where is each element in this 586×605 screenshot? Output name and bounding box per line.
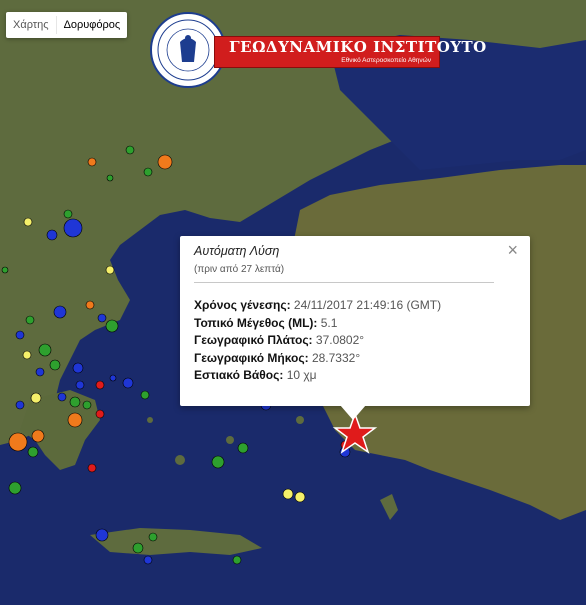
earthquake-marker[interactable] xyxy=(8,432,28,452)
earthquake-marker[interactable] xyxy=(22,350,32,360)
earthquake-marker[interactable] xyxy=(23,217,33,227)
earthquake-marker[interactable] xyxy=(95,380,105,390)
popup-divider xyxy=(194,282,494,283)
map-type-satellite-button[interactable]: Δορυφόρος xyxy=(57,12,128,38)
earthquake-marker[interactable] xyxy=(69,396,81,408)
earthquake-marker[interactable] xyxy=(46,229,58,241)
earthquake-marker[interactable] xyxy=(143,167,153,177)
earthquake-marker[interactable] xyxy=(31,429,45,443)
earthquake-marker[interactable] xyxy=(109,374,117,382)
institute-subtitle: Εθνικό Αστεροσκοπείο Αθηνών xyxy=(341,57,431,64)
institute-logo: ΓΕΩΔΥΝΑΜΙΚΟ ΙΝΣΤΙΤΟΥΤΟ Εθνικό Αστεροσκοπ… xyxy=(150,12,486,88)
earthquake-marker[interactable] xyxy=(148,532,158,542)
earthquake-marker[interactable] xyxy=(35,367,45,377)
earthquake-marker[interactable] xyxy=(25,315,35,325)
earthquake-marker[interactable] xyxy=(282,488,294,500)
earthquake-marker[interactable] xyxy=(87,157,97,167)
earthquake-marker[interactable] xyxy=(8,481,22,495)
close-icon[interactable]: × xyxy=(507,240,518,261)
popup-title: Αυτόματη Λύση xyxy=(194,244,280,258)
earthquake-marker[interactable] xyxy=(75,380,85,390)
earthquake-marker[interactable] xyxy=(27,446,39,458)
earthquake-marker[interactable] xyxy=(97,313,107,323)
earthquake-marker[interactable] xyxy=(15,330,25,340)
earthquake-info-window: × Αυτόματη Λύση (πριν από 27 λεπτά) Χρόν… xyxy=(180,236,530,420)
earthquake-marker[interactable] xyxy=(294,491,306,503)
origin-time-value: 24/11/2017 21:49:16 (GMT) xyxy=(293,298,442,312)
longitude-row: Γεωγραφικό Μήκος: 28.7332° xyxy=(194,350,441,368)
magnitude-value: 5.1 xyxy=(320,315,338,330)
longitude-value: 28.7332° xyxy=(311,350,361,365)
earthquake-marker[interactable] xyxy=(106,174,114,182)
magnitude-label: Τοπικό Μέγεθος (ML): xyxy=(194,315,318,330)
earthquake-marker[interactable] xyxy=(211,455,225,469)
earthquake-marker[interactable] xyxy=(49,359,61,371)
depth-value: 10 χμ xyxy=(286,368,317,382)
depth-label: Εστιακό Βάθος: xyxy=(194,368,284,382)
earthquake-marker[interactable] xyxy=(72,362,84,374)
earthquake-marker[interactable] xyxy=(38,343,52,357)
earthquake-marker[interactable] xyxy=(122,377,134,389)
depth-row: Εστιακό Βάθος: 10 χμ xyxy=(194,367,441,385)
earthquake-marker[interactable] xyxy=(63,209,73,219)
earthquake-marker[interactable] xyxy=(237,442,249,454)
earthquake-marker[interactable] xyxy=(125,145,135,155)
map-type-control: Χάρτης Δορυφόρος xyxy=(6,12,128,38)
earthquake-marker[interactable] xyxy=(105,319,119,333)
magnitude-row: Τοπικό Μέγεθος (ML): 5.1 xyxy=(194,315,441,333)
latitude-row: Γεωγραφικό Πλάτος: 37.0802° xyxy=(194,332,441,350)
popup-age: (πριν από 27 λεπτά) xyxy=(194,264,285,275)
earthquake-marker[interactable] xyxy=(140,390,150,400)
institute-title: ΓΕΩΔΥΝΑΜΙΚΟ ΙΝΣΤΙΤΟΥΤΟ xyxy=(229,38,487,56)
longitude-label: Γεωγραφικό Μήκος: xyxy=(194,350,309,365)
earthquake-marker[interactable] xyxy=(132,542,144,554)
earthquake-marker[interactable] xyxy=(87,463,97,473)
earthquake-marker[interactable] xyxy=(82,400,92,410)
earthquake-marker[interactable] xyxy=(85,300,95,310)
earthquake-marker[interactable] xyxy=(63,218,83,238)
latitude-label: Γεωγραφικό Πλάτος: xyxy=(194,333,313,347)
earthquake-marker[interactable] xyxy=(30,392,42,404)
earthquake-marker[interactable] xyxy=(95,409,105,419)
popup-details: Χρόνος γένεσης: 24/11/2017 21:49:16 (GMT… xyxy=(194,297,441,385)
origin-time-label: Χρόνος γένεσης: xyxy=(194,298,291,312)
earthquake-marker[interactable] xyxy=(67,412,83,428)
map-type-map-button[interactable]: Χάρτης xyxy=(6,12,56,38)
latitude-value: 37.0802° xyxy=(315,333,365,347)
earthquake-marker[interactable] xyxy=(53,305,67,319)
earthquake-marker[interactable] xyxy=(15,400,25,410)
earthquake-marker[interactable] xyxy=(1,266,9,274)
earthquake-marker[interactable] xyxy=(157,154,173,170)
institute-banner: ΓΕΩΔΥΝΑΜΙΚΟ ΙΝΣΤΙΤΟΥΤΟ Εθνικό Αστεροσκοπ… xyxy=(214,36,486,68)
origin-time-row: Χρόνος γένεσης: 24/11/2017 21:49:16 (GMT… xyxy=(194,297,441,315)
earthquake-marker[interactable] xyxy=(143,555,153,565)
earthquake-marker[interactable] xyxy=(105,265,115,275)
earthquake-marker[interactable] xyxy=(57,392,67,402)
earthquake-marker[interactable] xyxy=(95,528,109,542)
earthquake-marker[interactable] xyxy=(232,555,242,565)
